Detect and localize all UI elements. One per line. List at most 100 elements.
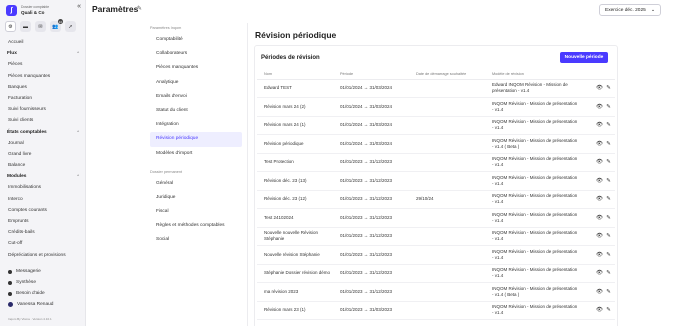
- users-icon[interactable]: 👥 10: [50, 19, 63, 32]
- pencil-icon[interactable]: ✎: [604, 104, 613, 110]
- column-header[interactable]: Modèle de révision: [485, 69, 579, 80]
- table-row[interactable]: Révision déc. 23 (13) 01/01/2023 → 31/12/…: [257, 171, 615, 191]
- rocket-icon[interactable]: ➚: [65, 21, 76, 32]
- eye-icon[interactable]: 👁: [595, 196, 604, 202]
- pencil-icon[interactable]: ✎: [604, 141, 613, 147]
- main-panel: Révision périodique Périodes de révision…: [247, 23, 622, 326]
- folder-icon[interactable]: ▬: [20, 21, 31, 32]
- sidebar-item[interactable]: Dépréciations et provisions: [0, 250, 86, 261]
- gear-icon[interactable]: ⚙: [5, 21, 16, 32]
- table-row[interactable]: Edward TEST 01/01/2024 → 31/03/2024 Edward…: [257, 79, 615, 98]
- menu-item[interactable]: Pièces manquantes: [150, 61, 242, 75]
- section-title: États comptables: [7, 129, 47, 135]
- pencil-icon[interactable]: ✎: [604, 307, 613, 313]
- sidebar-item[interactable]: Banques: [0, 82, 86, 93]
- menu-item[interactable]: Règles et méthodes comptables: [150, 219, 242, 233]
- pencil-icon[interactable]: ✎: [604, 270, 613, 276]
- menu-item[interactable]: Intégration: [150, 118, 242, 132]
- table-row[interactable]: ma révision 2023 01/01/2023 → 31/12/2023 I…: [257, 282, 615, 302]
- row-model: INQOM Révision - Mission de présentation…: [485, 171, 579, 191]
- pencil-icon[interactable]: ✎: [604, 178, 613, 184]
- eye-icon[interactable]: 👁: [595, 159, 604, 165]
- eye-icon[interactable]: 👁: [595, 307, 604, 313]
- menu-item[interactable]: Analytique: [150, 76, 242, 90]
- sidebar-item[interactable]: Crédits-bails: [0, 227, 86, 238]
- eye-icon[interactable]: 👁: [595, 215, 604, 221]
- menu-item[interactable]: Juridique: [150, 191, 242, 205]
- eye-icon[interactable]: 👁: [595, 85, 604, 91]
- collapse-sidebar-icon[interactable]: «: [77, 3, 81, 10]
- menu-item[interactable]: Social: [150, 233, 242, 247]
- table-row[interactable]: Nouvelle révision Stéphanie 01/01/2023 → …: [257, 245, 615, 265]
- menu-item[interactable]: Modèles d'import: [150, 147, 242, 161]
- sidebar-item[interactable]: Facturation: [0, 93, 86, 104]
- sidebar-item[interactable]: Pièces manquantes: [0, 71, 86, 82]
- synthese-item[interactable]: Synthèse: [0, 277, 86, 288]
- eye-icon[interactable]: 👁: [595, 122, 604, 128]
- chevron-down-icon: ⌄: [650, 7, 655, 13]
- table-row[interactable]: Révision mars 24 (2) 01/01/2024 → 31/03/2…: [257, 97, 615, 117]
- menu-item[interactable]: Général: [150, 177, 242, 191]
- menu-item[interactable]: Emails d'envoi: [150, 90, 242, 104]
- help-icon: [8, 291, 12, 296]
- eye-icon[interactable]: 👁: [595, 270, 604, 276]
- sidebar-item[interactable]: Interco: [0, 194, 86, 205]
- table-row[interactable]: Révision périodique 01/01/2024 → 31/03/20…: [257, 134, 615, 154]
- user-item[interactable]: Vanessa Renaud: [0, 299, 86, 310]
- pencil-icon[interactable]: ✎: [604, 289, 613, 295]
- sidebar-section-modules[interactable]: Modules ⌃: [0, 171, 86, 182]
- eye-icon[interactable]: 👁: [595, 178, 604, 184]
- menu-item[interactable]: Statut du client: [150, 104, 242, 118]
- table-row[interactable]: Révision mars 23 (1) 01/01/2023 → 31/03/2…: [257, 301, 615, 320]
- eye-icon[interactable]: 👁: [595, 252, 604, 258]
- menu-item[interactable]: Comptabilité: [150, 33, 242, 47]
- sidebar-section-flux[interactable]: Flux ⌃: [0, 48, 86, 59]
- sidebar-item[interactable]: Comptes courants: [0, 205, 86, 216]
- column-header-actions: [579, 69, 615, 80]
- sidebar-item[interactable]: Emprunts: [0, 216, 86, 227]
- sidebar-item[interactable]: Suivi clients: [0, 115, 86, 126]
- sidebar-item[interactable]: Cut-off: [0, 238, 86, 249]
- eye-icon[interactable]: 👁: [595, 141, 604, 147]
- table-row[interactable]: Révision mars 24 (1) 01/01/2024 → 31/03/2…: [257, 116, 615, 135]
- table-row[interactable]: Test 24102024 01/01/2023 → 31/12/2023 INQO…: [257, 208, 615, 228]
- table-row[interactable]: Révision déc. 23 (12) 01/01/2023 → 31/12/…: [257, 190, 615, 209]
- help-item[interactable]: Besoin d'aide: [0, 288, 86, 299]
- table-row[interactable]: Nouvelle nouvelle Révision Stéphanie 01/0…: [257, 227, 615, 246]
- sidebar-item[interactable]: Balance: [0, 160, 86, 171]
- menu-item-active[interactable]: Révision périodique: [150, 132, 242, 147]
- sidebar-item[interactable]: Grand livre: [0, 149, 86, 160]
- eye-icon[interactable]: 👁: [595, 233, 604, 239]
- brand[interactable]: ∫ Dossier comptable Quali & Co: [6, 4, 82, 16]
- messagerie-item[interactable]: Messagerie: [0, 266, 86, 277]
- pencil-icon[interactable]: ✎: [604, 233, 613, 239]
- table-row[interactable]: Test Protection 01/01/2023 → 31/12/2023 IN…: [257, 153, 615, 172]
- sidebar-item[interactable]: Immobilisations: [0, 182, 86, 193]
- pencil-icon[interactable]: ✎: [604, 252, 613, 258]
- new-period-button[interactable]: Nouvelle période: [560, 52, 608, 63]
- pencil-icon[interactable]: ✎: [604, 196, 613, 202]
- eye-icon[interactable]: 👁: [595, 104, 604, 110]
- sidebar-item[interactable]: Pièces: [0, 59, 86, 70]
- row-period: 01/01/2023 → 31/12/2023: [333, 190, 409, 209]
- sidebar-item-accueil[interactable]: Accueil: [0, 37, 86, 48]
- menu-item[interactable]: Collaborateurs: [150, 47, 242, 61]
- pencil-icon[interactable]: ✎: [604, 215, 613, 221]
- sidebar-section-etats[interactable]: États comptables ⌃: [0, 127, 86, 138]
- exercise-select[interactable]: Exercice déc. 2025 ⌄: [599, 4, 661, 16]
- sidebar-item[interactable]: Journal: [0, 138, 86, 149]
- sidebar-item[interactable]: Suivi fournisseurs: [0, 104, 86, 115]
- menu-item[interactable]: Fiscal: [150, 205, 242, 219]
- column-header[interactable]: Date de démarrage souhaitée: [409, 69, 485, 80]
- chat-icon[interactable]: ✉: [35, 21, 46, 32]
- eye-icon[interactable]: 👁: [595, 289, 604, 295]
- table-row[interactable]: Stéphanie Dossier révision démo 01/01/202…: [257, 264, 615, 283]
- pencil-icon[interactable]: ✎: [604, 85, 613, 91]
- row-period: 01/01/2023 → 31/03/2023: [333, 301, 409, 320]
- pencil-icon[interactable]: ✎: [604, 159, 613, 165]
- pencil-icon[interactable]: ✎: [604, 122, 613, 128]
- column-header[interactable]: Nom: [257, 69, 333, 80]
- periods-table: Nom Période Date de démarrage souhaitée …: [257, 69, 615, 320]
- pin-icon[interactable]: ✎: [137, 5, 142, 12]
- column-header[interactable]: Période: [333, 69, 409, 80]
